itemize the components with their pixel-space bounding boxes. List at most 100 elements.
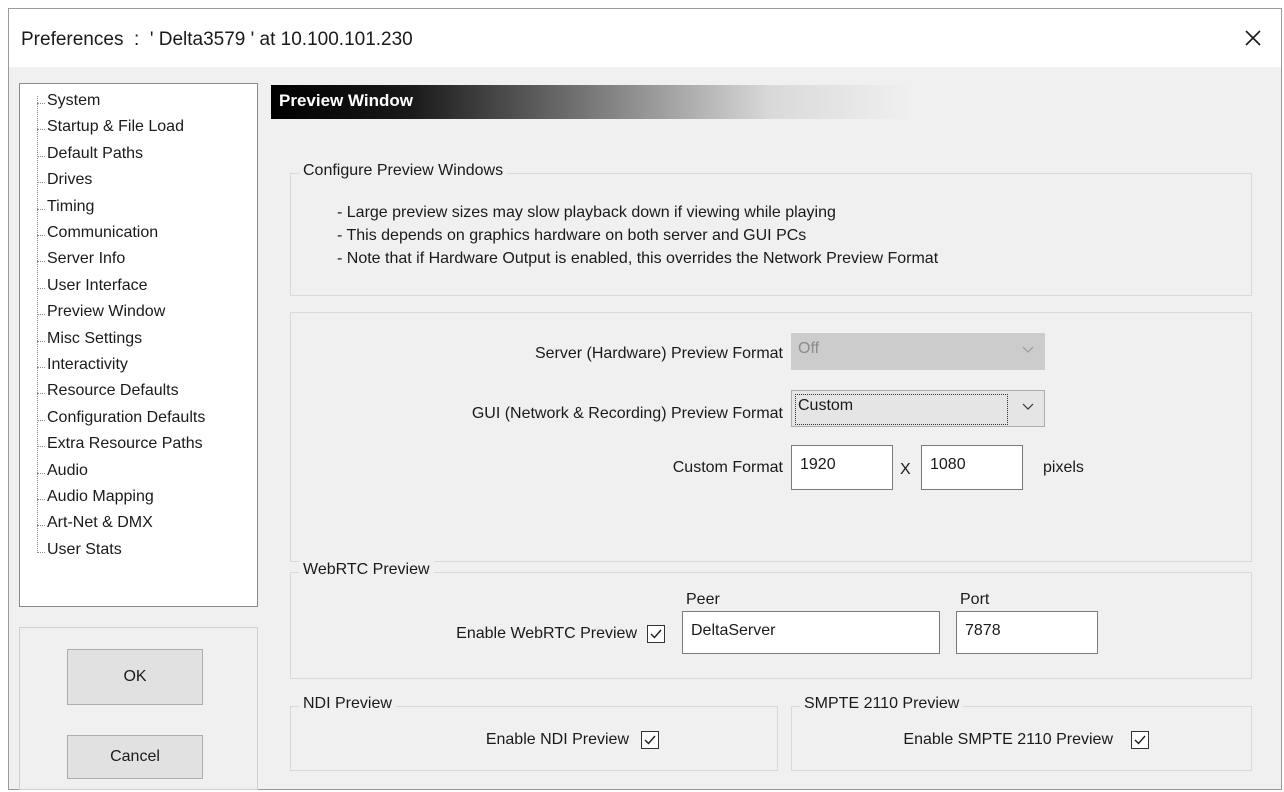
port-label: Port [960, 591, 990, 608]
enable-smpte-label: Enable SMPTE 2110 Preview [903, 731, 1113, 748]
sidebar-item-label: Art-Net & DMX [47, 514, 153, 532]
note-hardware-output: - Note that if Hardware Output is enable… [337, 250, 939, 267]
custom-width-value: 1920 [800, 456, 836, 473]
tree-branch-line [37, 551, 45, 553]
group-title-configure: Configure Preview Windows [299, 162, 508, 180]
sidebar-item[interactable]: Default Paths [20, 143, 256, 169]
gui-preview-format-dropdown[interactable]: Custom [791, 390, 1045, 427]
chevron-down-icon [1022, 403, 1034, 410]
sidebar-item[interactable]: Communication [20, 222, 256, 248]
tree-branch-line [37, 129, 45, 131]
sidebar-item[interactable]: Configuration Defaults [20, 407, 256, 433]
checkmark-icon [644, 735, 656, 745]
preferences-tree[interactable]: System Startup & File Load Default Paths Dr… [19, 83, 258, 607]
tree-branch-line [37, 525, 45, 527]
title-bar: Preferences : ' Delta3579 ' at 10.100.10… [9, 9, 1281, 67]
sidebar-item-label: Default Paths [47, 144, 144, 162]
sidebar-item[interactable]: Resource Defaults [20, 380, 256, 406]
sidebar-item-label: User Interface [47, 276, 148, 294]
sidebar-item-label: Startup & File Load [47, 118, 184, 136]
port-value: 7878 [965, 622, 1001, 639]
sidebar-item[interactable]: Extra Resource Paths [20, 433, 256, 459]
tree-branch-line [37, 208, 45, 210]
sidebar-item[interactable]: Drives [20, 169, 256, 195]
configure-preview-group: Configure Preview Windows - Large previe… [290, 162, 1252, 296]
custom-width-input[interactable]: 1920 [791, 445, 893, 490]
custom-height-value: 1080 [930, 456, 966, 473]
peer-value: DeltaServer [691, 622, 776, 639]
tree-branch-line [37, 393, 45, 395]
enable-ndi-label: Enable NDI Preview [485, 731, 629, 748]
enable-ndi-checkbox[interactable] [641, 731, 659, 749]
enable-webrtc-label: Enable WebRTC Preview [456, 625, 637, 642]
tree-branch-line [37, 419, 45, 421]
preview-format-group: Server (Hardware) Preview Format Off GUI… [290, 312, 1252, 562]
tree-branch-line [37, 261, 45, 263]
window-title: Preferences : ' Delta3579 ' at 10.100.10… [21, 29, 413, 50]
note-graphics-hardware: - This depends on graphics hardware on b… [337, 227, 807, 244]
tree-branch-line [37, 103, 45, 104]
tree-branch-line [37, 182, 45, 184]
checkmark-icon [650, 629, 662, 639]
smpte-2110-preview-group: SMPTE 2110 Preview Enable SMPTE 2110 Pre… [791, 695, 1252, 771]
server-preview-format-label: Server (Hardware) Preview Format [534, 345, 783, 362]
sidebar-item-label: Drives [47, 171, 93, 189]
tree-branch-line [37, 446, 45, 448]
note-large-sizes: - Large preview sizes may slow playback … [337, 204, 836, 221]
group-title-smpte: SMPTE 2110 Preview [800, 695, 964, 713]
cancel-button[interactable]: Cancel [67, 735, 203, 779]
tree-branch-line [37, 235, 45, 236]
sidebar-item-label: Timing [47, 197, 95, 215]
gui-preview-format-label: GUI (Network & Recording) Preview Format [471, 405, 783, 422]
preferences-dialog: Preferences : ' Delta3579 ' at 10.100.10… [8, 8, 1282, 790]
server-preview-format-dropdown[interactable]: Off [791, 333, 1045, 370]
custom-format-label: Custom Format [672, 459, 783, 476]
enable-webrtc-checkbox[interactable] [647, 625, 665, 643]
custom-height-input[interactable]: 1080 [921, 445, 1023, 490]
gui-preview-format-value: Custom [798, 397, 854, 414]
sidebar-item[interactable]: Preview Window [20, 301, 256, 327]
enable-smpte-checkbox[interactable] [1131, 731, 1149, 749]
sidebar-item-label: System [47, 92, 101, 109]
sidebar-item[interactable]: User Stats [20, 539, 256, 565]
sidebar-item[interactable]: Startup & File Load [20, 116, 256, 142]
custom-format-unit: pixels [1043, 459, 1084, 476]
sidebar-item[interactable]: User Interface [20, 275, 256, 301]
ok-button[interactable]: OK [67, 649, 203, 705]
button-panel: OK Cancel [19, 627, 258, 790]
custom-format-x-separator: X [900, 461, 911, 478]
sidebar-item[interactable]: Audio Mapping [20, 486, 256, 512]
sidebar-item-label: Resource Defaults [47, 382, 179, 400]
sidebar-item[interactable]: Timing [20, 196, 256, 222]
sidebar-item[interactable]: Server Info [20, 248, 256, 274]
sidebar-item-label: Communication [47, 224, 159, 241]
sidebar-item-label: Misc Settings [47, 329, 143, 347]
close-icon [1245, 30, 1261, 46]
webrtc-preview-group: WebRTC Preview Peer Port Enable WebRTC P… [290, 561, 1252, 679]
sidebar-item[interactable]: Misc Settings [20, 328, 256, 354]
sidebar-item-label: Extra Resource Paths [47, 435, 203, 453]
sidebar-item-label: User Stats [47, 540, 122, 558]
sidebar-item[interactable]: Art-Net & DMX [20, 512, 256, 538]
sidebar-item-label: Audio Mapping [47, 488, 154, 505]
sidebar-item[interactable]: Interactivity [20, 354, 256, 380]
sidebar-item[interactable]: Audio [20, 460, 256, 486]
sidebar-item-label: Configuration Defaults [47, 408, 206, 426]
sidebar-item-label: Preview Window [47, 303, 166, 321]
checkmark-icon [1134, 735, 1146, 745]
port-input[interactable]: 7878 [956, 611, 1098, 654]
tree-branch-line [37, 472, 45, 474]
close-button[interactable] [1225, 9, 1281, 67]
sidebar-item-label: Interactivity [47, 356, 128, 373]
peer-input[interactable]: DeltaServer [682, 611, 940, 654]
tree-branch-line [37, 367, 45, 368]
peer-label: Peer [686, 591, 720, 608]
group-title-webrtc: WebRTC Preview [299, 561, 434, 579]
tree-branch-line [37, 155, 45, 157]
tree-branch-line [37, 499, 45, 500]
sidebar-item[interactable]: System [20, 90, 256, 116]
chevron-down-icon [1022, 346, 1034, 353]
sidebar-item-label: Server Info [47, 250, 126, 268]
tree-branch-line [37, 314, 45, 316]
ndi-preview-group: NDI Preview Enable NDI Preview [290, 695, 778, 771]
